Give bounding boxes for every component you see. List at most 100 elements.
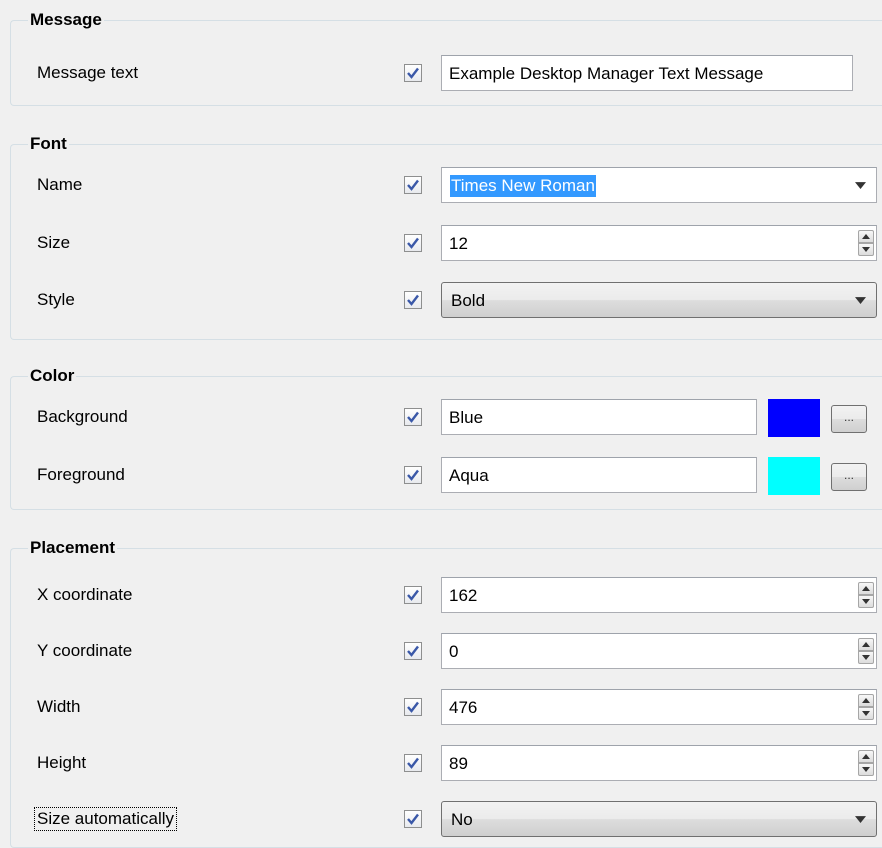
width-checkbox[interactable]	[404, 698, 422, 716]
y-coordinate-row: Y coordinate 0	[11, 631, 882, 671]
checkmark-icon	[407, 67, 419, 79]
checkmark-icon	[407, 645, 419, 657]
color-group-title: Color	[28, 366, 77, 386]
message-group: Message Message text Example Desktop Man…	[10, 10, 882, 106]
size-automatically-select[interactable]: No	[441, 801, 877, 837]
checkmark-icon	[407, 589, 419, 601]
spin-down-button[interactable]	[858, 243, 874, 256]
spin-up-button[interactable]	[858, 582, 874, 595]
height-spin-buttons[interactable]	[858, 750, 874, 776]
checkmark-icon	[407, 179, 419, 191]
spin-down-button[interactable]	[858, 651, 874, 664]
font-name-label: Name	[37, 175, 83, 194]
checkmark-icon	[407, 237, 419, 249]
foreground-color-picker-button[interactable]: ...	[831, 463, 867, 491]
foreground-checkbox[interactable]	[404, 466, 422, 484]
font-style-select[interactable]: Bold	[441, 282, 877, 318]
chevron-down-icon	[855, 816, 866, 823]
message-text-row: Message text Example Desktop Manager Tex…	[11, 53, 882, 93]
font-size-spinner[interactable]: 12	[441, 225, 877, 261]
width-label: Width	[37, 697, 81, 716]
background-color-input[interactable]: Blue	[441, 399, 757, 435]
height-row: Height 89	[11, 743, 882, 783]
y-coordinate-spinner[interactable]: 0	[441, 633, 877, 669]
font-size-row: Size 12	[11, 223, 882, 263]
arrow-up-icon	[862, 234, 870, 239]
size-automatically-checkbox[interactable]	[404, 810, 422, 828]
chevron-down-icon[interactable]	[855, 182, 866, 189]
checkmark-icon	[407, 701, 419, 713]
arrow-down-icon	[862, 711, 870, 716]
spin-up-button[interactable]	[858, 694, 874, 707]
arrow-up-icon	[862, 586, 870, 591]
spin-up-button[interactable]	[858, 638, 874, 651]
background-color-picker-button[interactable]: ...	[831, 405, 867, 433]
font-size-value: 12	[449, 234, 468, 253]
color-group: Color Background Blue ... Foreground Aqu…	[10, 366, 882, 510]
font-group: Font Name Times New Roman Size 12 Style …	[10, 134, 882, 340]
background-checkbox[interactable]	[404, 408, 422, 426]
font-size-checkbox[interactable]	[404, 234, 422, 252]
height-value: 89	[449, 754, 468, 773]
size-automatically-label: Size automatically	[33, 807, 178, 831]
background-label: Background	[37, 407, 128, 426]
font-name-combobox[interactable]: Times New Roman	[441, 167, 877, 203]
background-color-value: Blue	[449, 408, 484, 427]
placement-group-title: Placement	[28, 538, 118, 558]
arrow-up-icon	[862, 754, 870, 759]
y-coordinate-checkbox[interactable]	[404, 642, 422, 660]
arrow-down-icon	[862, 655, 870, 660]
checkmark-icon	[407, 294, 419, 306]
message-text-checkbox[interactable]	[404, 64, 422, 82]
arrow-down-icon	[862, 599, 870, 604]
font-size-spin-buttons[interactable]	[858, 230, 874, 256]
arrow-up-icon	[862, 642, 870, 647]
x-coordinate-spinner[interactable]: 162	[441, 577, 877, 613]
x-coordinate-label: X coordinate	[37, 585, 133, 604]
chevron-down-icon	[855, 297, 866, 304]
width-spinner[interactable]: 476	[441, 689, 877, 725]
height-checkbox[interactable]	[404, 754, 422, 772]
width-row: Width 476	[11, 687, 882, 727]
checkmark-icon	[407, 757, 419, 769]
x-coordinate-spin-buttons[interactable]	[858, 582, 874, 608]
x-coordinate-checkbox[interactable]	[404, 586, 422, 604]
placement-group: Placement X coordinate 162 Y coordinate …	[10, 538, 882, 848]
spin-up-button[interactable]	[858, 750, 874, 763]
foreground-color-value: Aqua	[449, 466, 489, 485]
y-coordinate-spin-buttons[interactable]	[858, 638, 874, 664]
checkmark-icon	[407, 411, 419, 423]
font-name-value: Times New Roman	[450, 175, 596, 197]
foreground-label: Foreground	[37, 465, 125, 484]
foreground-color-swatch	[768, 457, 820, 495]
font-name-checkbox[interactable]	[404, 176, 422, 194]
width-value: 476	[449, 698, 478, 717]
message-text-label: Message text	[37, 63, 139, 82]
spin-down-button[interactable]	[858, 707, 874, 720]
font-style-value: Bold	[451, 291, 486, 310]
foreground-row: Foreground Aqua ...	[11, 455, 882, 495]
arrow-down-icon	[862, 247, 870, 252]
spin-down-button[interactable]	[858, 595, 874, 608]
background-color-swatch	[768, 399, 820, 437]
font-size-label: Size	[37, 233, 71, 252]
font-group-title: Font	[28, 134, 69, 154]
size-automatically-row: Size automatically No	[11, 799, 882, 839]
y-coordinate-label: Y coordinate	[37, 641, 133, 660]
message-text-value: Example Desktop Manager Text Message	[449, 64, 764, 83]
font-style-checkbox[interactable]	[404, 291, 422, 309]
height-label: Height	[37, 753, 87, 772]
foreground-color-input[interactable]: Aqua	[441, 457, 757, 493]
message-text-input[interactable]: Example Desktop Manager Text Message	[441, 55, 853, 91]
spin-up-button[interactable]	[858, 230, 874, 243]
arrow-up-icon	[862, 698, 870, 703]
x-coordinate-row: X coordinate 162	[11, 575, 882, 615]
spin-down-button[interactable]	[858, 763, 874, 776]
font-style-row: Style Bold	[11, 280, 882, 320]
height-spinner[interactable]: 89	[441, 745, 877, 781]
arrow-down-icon	[862, 767, 870, 772]
width-spin-buttons[interactable]	[858, 694, 874, 720]
checkmark-icon	[407, 813, 419, 825]
background-row: Background Blue ...	[11, 397, 882, 437]
size-automatically-value: No	[451, 810, 473, 829]
